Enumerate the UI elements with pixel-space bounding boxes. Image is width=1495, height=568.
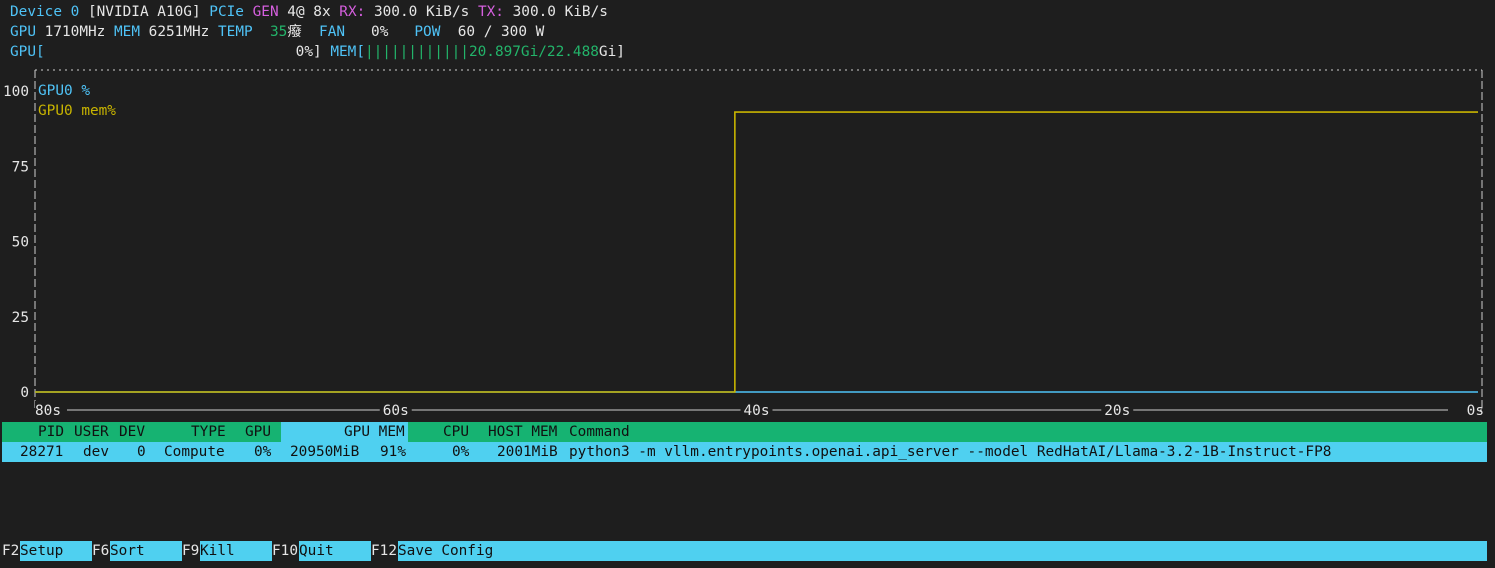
- sort-label: Sort: [110, 543, 145, 559]
- x-tick-label: 80s: [35, 403, 61, 419]
- mem-clock-label: MEM: [114, 24, 140, 40]
- x-tick-label: 20s: [1104, 403, 1130, 419]
- temp-label: TEMP: [218, 24, 253, 40]
- col-type[interactable]: TYPE: [191, 422, 226, 442]
- usage-bars-line: GPU[ 0%] MEM[||||||||||||20.897Gi/22.488G…: [10, 42, 625, 62]
- row-pid: 28271: [20, 444, 64, 460]
- process-header-row: PID USER DEV TYPE GPU GPU MEM CPU HOST M…: [0, 422, 1495, 442]
- rx-value: 300.0 KiB/s: [373, 4, 470, 20]
- gpu-bar-label: GPU[: [10, 44, 45, 60]
- device-info-line: Device 0 [NVIDIA A10G] PCIe GEN 4@ 8x RX…: [10, 2, 608, 22]
- gpu-clock-value: 1710MHz: [44, 24, 106, 40]
- process-row-cells: 28271 dev 0 Compute 0% 20950MiB 91% 0% 2…: [0, 442, 1495, 462]
- x-tick-label: 40s: [744, 403, 770, 419]
- chart-frame: [34, 69, 1483, 411]
- row-gpu-mem: 20950MiB: [290, 444, 360, 460]
- chart-ticks: 100 75 50 25 0 80s 60s 40s 20s 0s: [3, 84, 1484, 419]
- series-line: [35, 111, 1478, 393]
- legend-entry: GPU0 %: [38, 83, 90, 99]
- fan-value: 0%: [371, 24, 389, 40]
- pow-value: 60 / 300 W: [457, 24, 545, 40]
- mem-bar-fill: ||||||||||||: [364, 44, 469, 60]
- col-dev[interactable]: DEV: [119, 422, 145, 442]
- clock-stats-line: GPU 1710MHz MEM 6251MHz TEMP 35癈 FAN 0% …: [10, 22, 544, 42]
- temp-value: 35: [269, 24, 288, 40]
- row-gpu: 0%: [254, 444, 272, 460]
- row-gpu-mem-pct: 91%: [380, 444, 406, 460]
- y-tick-label: 50: [12, 235, 29, 251]
- x-tick-label: 0s: [1467, 403, 1484, 419]
- rx-label: RX:: [339, 4, 366, 20]
- y-tick-label: 100: [3, 84, 29, 100]
- quit-label: Quit: [299, 543, 334, 559]
- mem-bar-used: 20.897Gi/22.488: [468, 44, 599, 60]
- row-dev: 0: [137, 444, 146, 460]
- device-name: [NVIDIA A10G]: [87, 4, 201, 20]
- f12-key: F12: [371, 543, 397, 559]
- row-user: dev: [83, 444, 109, 460]
- f9-key: F9: [182, 543, 200, 559]
- col-gpu-mem[interactable]: GPU MEM: [344, 422, 405, 442]
- col-gpu[interactable]: GPU: [245, 422, 271, 442]
- chart-series: [35, 111, 1478, 393]
- gen-value: 4@ 8x: [287, 4, 331, 20]
- kill-label: Kill: [200, 543, 235, 559]
- pcie-label: PCIe: [209, 4, 244, 20]
- gpu-clock-label: GPU: [10, 24, 36, 40]
- col-user[interactable]: USER: [74, 422, 109, 442]
- y-tick-label: 0: [20, 385, 29, 401]
- row-host-mem: 2001MiB: [497, 444, 558, 460]
- col-host-mem[interactable]: HOST MEM: [488, 422, 557, 442]
- x-tick-label: 60s: [383, 403, 409, 419]
- mem-clock-value: 6251MHz: [148, 24, 210, 40]
- fan-label: FAN: [319, 24, 346, 40]
- row-command: python3 -m vllm.entrypoints.openai.api_s…: [569, 444, 1332, 460]
- mem-bar-label: MEM[: [330, 44, 365, 60]
- f10-key: F10: [272, 543, 298, 559]
- f6-key: F6: [92, 543, 110, 559]
- tx-value: 300.0 KiB/s: [512, 4, 608, 20]
- chart-legend: GPU0 % GPU0 mem%: [38, 83, 116, 119]
- gen-label: GEN: [252, 4, 279, 20]
- f2-key: F2: [2, 543, 20, 559]
- y-tick-label: 75: [12, 159, 29, 175]
- tx-label: TX:: [477, 4, 504, 20]
- mem-bar-unit: Gi]: [598, 44, 625, 60]
- save-config-button[interactable]: [398, 541, 1487, 561]
- device-label: Device 0: [10, 4, 80, 20]
- save-config-label: Save Config: [398, 543, 494, 559]
- col-command[interactable]: Command: [569, 422, 630, 442]
- col-pid[interactable]: PID: [38, 422, 64, 442]
- row-type: Compute: [164, 444, 225, 460]
- setup-label: Setup: [20, 543, 64, 559]
- legend-entry: GPU0 mem%: [38, 103, 116, 119]
- usage-chart: 100 75 50 25 0 80s 60s 40s 20s 0s GPU0 % GPU0 mem%: [3, 69, 1484, 419]
- row-cpu: 0%: [452, 444, 470, 460]
- col-cpu[interactable]: CPU: [443, 422, 469, 442]
- temp-unit: 癈: [287, 24, 302, 40]
- pow-label: POW: [414, 24, 441, 40]
- gpu-bar-value: 0%]: [295, 44, 322, 60]
- y-tick-label: 25: [12, 310, 29, 326]
